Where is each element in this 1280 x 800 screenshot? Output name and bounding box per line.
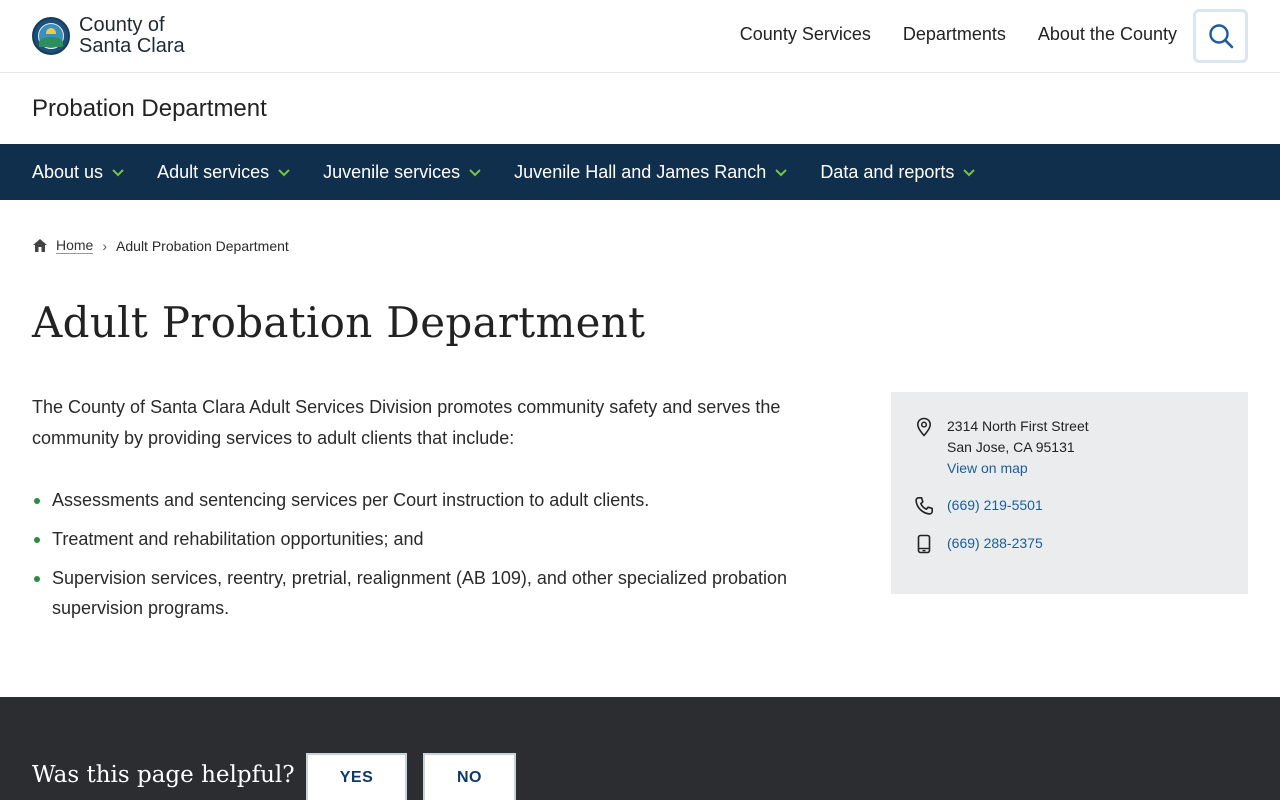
nav-about-county[interactable]: About the County [1038, 24, 1177, 45]
chevron-down-icon [963, 169, 976, 177]
logo-text: County of Santa Clara [79, 15, 185, 57]
main-nav-label: Adult services [157, 161, 270, 182]
phone-link[interactable]: (669) 219-5501 [947, 495, 1043, 516]
feedback-no-button[interactable]: NO [423, 753, 516, 800]
main-nav-juvenile-services[interactable]: Juvenile services [323, 162, 482, 183]
contact-mobile: (669) 288-2375 [913, 533, 1248, 555]
list-item: Assessments and sentencing services per … [32, 485, 832, 515]
feedback-question: Was this page helpful? [32, 762, 295, 788]
search-icon [1208, 24, 1233, 49]
main-nav-label: Juvenile Hall and James Ranch [514, 161, 767, 182]
chevron-down-icon [112, 169, 124, 177]
county-logo[interactable]: County of Santa Clara [32, 15, 185, 57]
location-pin-icon [913, 416, 935, 438]
view-on-map-link[interactable]: View on map [947, 460, 1028, 476]
intro-text: The County of Santa Clara Adult Services… [32, 397, 781, 448]
department-bar: Probation Department [0, 73, 1280, 144]
logo-line1: County of [79, 14, 165, 36]
main-nav-adult-services[interactable]: Adult services [157, 162, 291, 183]
address-line1: 2314 North First Street [947, 418, 1089, 434]
main-nav-label: About us [32, 161, 104, 182]
contact-phone: (669) 219-5501 [913, 495, 1248, 517]
chevron-down-icon [775, 169, 788, 177]
main-nav-juvenile-hall[interactable]: Juvenile Hall and James Ranch [514, 162, 788, 183]
address-line2: San Jose, CA 95131 [947, 439, 1075, 455]
list-item: Supervision services, reentry, pretrial,… [32, 563, 832, 623]
list-item: Treatment and rehabilitation opportuniti… [32, 524, 832, 554]
breadcrumb-separator: › [102, 237, 108, 254]
services-list: Assessments and sentencing services per … [32, 485, 832, 632]
page-title: Adult Probation Department [32, 298, 646, 347]
nav-departments[interactable]: Departments [903, 24, 1006, 45]
main-nav-data-reports[interactable]: Data and reports [820, 162, 976, 183]
main-nav: About us Adult services Juvenile service… [0, 144, 1280, 200]
feedback-yes-button[interactable]: YES [306, 753, 407, 800]
nav-county-services[interactable]: County Services [740, 24, 871, 45]
county-seal-icon [32, 17, 70, 55]
breadcrumb-current: Adult Probation Department [116, 237, 289, 254]
chevron-down-icon [278, 169, 290, 177]
phone-icon [913, 495, 935, 517]
department-title[interactable]: Probation Department [32, 95, 267, 123]
top-nav: County Services Departments About the Co… [740, 24, 1177, 45]
breadcrumb: Home › Adult Probation Department [32, 237, 289, 254]
main-nav-label: Data and reports [820, 161, 955, 182]
search-button[interactable] [1193, 9, 1248, 63]
mobile-phone-icon [913, 533, 935, 555]
main-nav-label: Juvenile services [323, 161, 461, 182]
feedback-section: Was this page helpful? YES NO [0, 697, 1280, 800]
home-icon [33, 239, 47, 252]
main-nav-about-us[interactable]: About us [32, 162, 125, 183]
contact-box: 2314 North First Street San Jose, CA 951… [891, 392, 1248, 594]
mobile-link[interactable]: (669) 288-2375 [947, 533, 1043, 554]
breadcrumb-home-link[interactable]: Home [56, 237, 94, 254]
chevron-down-icon [469, 169, 481, 177]
site-header: County of Santa Clara County Services De… [0, 0, 1280, 73]
logo-line2: Santa Clara [79, 35, 185, 57]
contact-address: 2314 North First Street San Jose, CA 951… [913, 416, 1248, 479]
